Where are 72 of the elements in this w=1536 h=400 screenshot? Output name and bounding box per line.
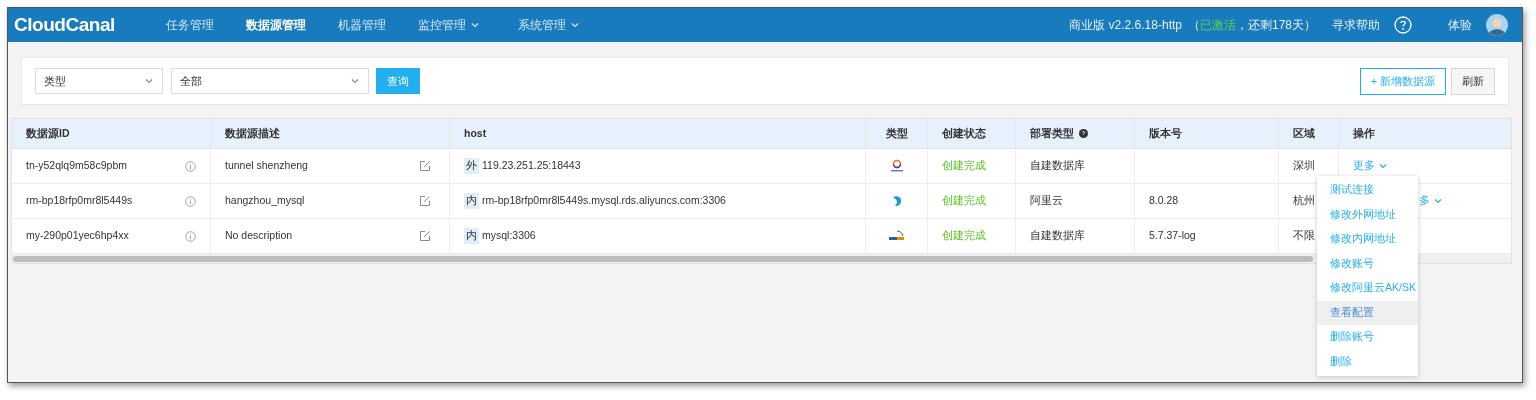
version-text: 商业版 v2.2.6.18-http: [1069, 17, 1182, 34]
table-cell: 自建数据库: [1030, 158, 1085, 174]
help-icon[interactable]: [1079, 129, 1088, 138]
table-cell: 深圳: [1293, 158, 1315, 174]
status-text: 创建完成: [942, 228, 986, 244]
table-cell: tn-y52qlq9m58c9pbm: [26, 158, 127, 174]
column-header: 版本号: [1149, 125, 1182, 141]
column-header: 数据源描述: [225, 125, 280, 141]
table-cell: 8.0.28: [1149, 193, 1179, 209]
chevron-down-icon: [350, 76, 360, 86]
nav-tab[interactable]: 机器管理: [326, 16, 398, 34]
table-cell: rm-bp18rfp0mr8l5449s: [26, 193, 133, 209]
table-cell: mysql:3306: [482, 228, 536, 244]
table-cell: 阿里云: [1030, 193, 1063, 209]
menu-item[interactable]: 修改外网地址: [1317, 202, 1418, 227]
nav-tab[interactable]: 监控管理: [406, 16, 492, 34]
type-select[interactable]: 类型: [35, 68, 163, 94]
status-text: 创建完成: [942, 193, 986, 209]
column-header: 部署类型: [1030, 125, 1074, 141]
info-icon[interactable]: [185, 160, 196, 172]
info-icon[interactable]: [185, 230, 196, 242]
nav-tab[interactable]: 任务管理: [154, 16, 226, 34]
menu-item[interactable]: 修改账号: [1317, 251, 1418, 276]
table-cell: 杭州: [1293, 193, 1315, 209]
chevron-down-icon: [1433, 196, 1443, 206]
table-cell: rm-bp18rfp0mr8l5449s.mysql.rds.aliyuncs.com:3306: [482, 193, 726, 209]
network-tag: 内: [464, 228, 479, 244]
database-logo-icon: [888, 159, 905, 173]
edit-icon[interactable]: [419, 230, 431, 242]
table-cell: my-290p01yec6hp4xx: [26, 228, 129, 244]
network-tag: 外: [464, 158, 479, 174]
add-datasource-button[interactable]: + 新增数据源: [1360, 67, 1446, 95]
menu-item[interactable]: 删除: [1317, 349, 1418, 374]
table-cell: tunnel shenzheng: [225, 158, 308, 174]
nav-tab[interactable]: 数据源管理: [234, 16, 318, 34]
column-header: 区域: [1293, 125, 1315, 141]
value-select[interactable]: 全部: [171, 68, 369, 94]
more-dropdown[interactable]: 多: [1419, 193, 1443, 209]
table-cell: 5.7.37-log: [1149, 228, 1196, 244]
license-text: （已激活，还剩178天）: [1187, 17, 1316, 34]
help-link[interactable]: 寻求帮助: [1332, 16, 1380, 34]
user-name[interactable]: 体验: [1448, 16, 1472, 34]
column-header: 数据源ID: [26, 125, 70, 141]
query-button[interactable]: 查询: [376, 68, 420, 94]
scrollbar[interactable]: [13, 255, 1313, 262]
column-header: host: [464, 125, 487, 141]
menu-item[interactable]: 修改内网地址: [1317, 227, 1418, 252]
menu-item[interactable]: 修改阿里云AK/SK: [1317, 276, 1418, 301]
edit-icon[interactable]: [419, 160, 431, 172]
logo[interactable]: CloudCanal: [14, 10, 154, 40]
column-header: 创建状态: [942, 125, 986, 141]
table-cell: 自建数据库: [1030, 228, 1085, 244]
table-cell: 不限: [1293, 228, 1315, 244]
chevron-down-icon: [1378, 161, 1388, 171]
avatar-icon[interactable]: [1486, 14, 1508, 36]
network-tag: 内: [464, 193, 479, 209]
table-cell: 119.23.251.25:18443: [482, 158, 581, 174]
edit-icon[interactable]: [419, 195, 431, 207]
menu-item[interactable]: 测试连接: [1317, 178, 1418, 203]
info-icon[interactable]: [185, 195, 196, 207]
mysql-logo-icon: [887, 229, 906, 243]
table-cell: hangzhou_mysql: [225, 193, 305, 209]
nav-tab[interactable]: 系统管理: [506, 16, 592, 34]
menu-item[interactable]: 删除账号: [1317, 325, 1418, 350]
chevron-down-icon: [144, 76, 154, 86]
refresh-button[interactable]: 刷新: [1451, 67, 1495, 95]
column-header: 类型: [885, 125, 908, 141]
status-text: 创建完成: [942, 158, 986, 174]
table-cell: No description: [225, 228, 293, 244]
more-dropdown[interactable]: 更多: [1353, 158, 1388, 174]
column-header: 操作: [1353, 125, 1375, 141]
menu-item[interactable]: 查看配置: [1317, 300, 1418, 325]
